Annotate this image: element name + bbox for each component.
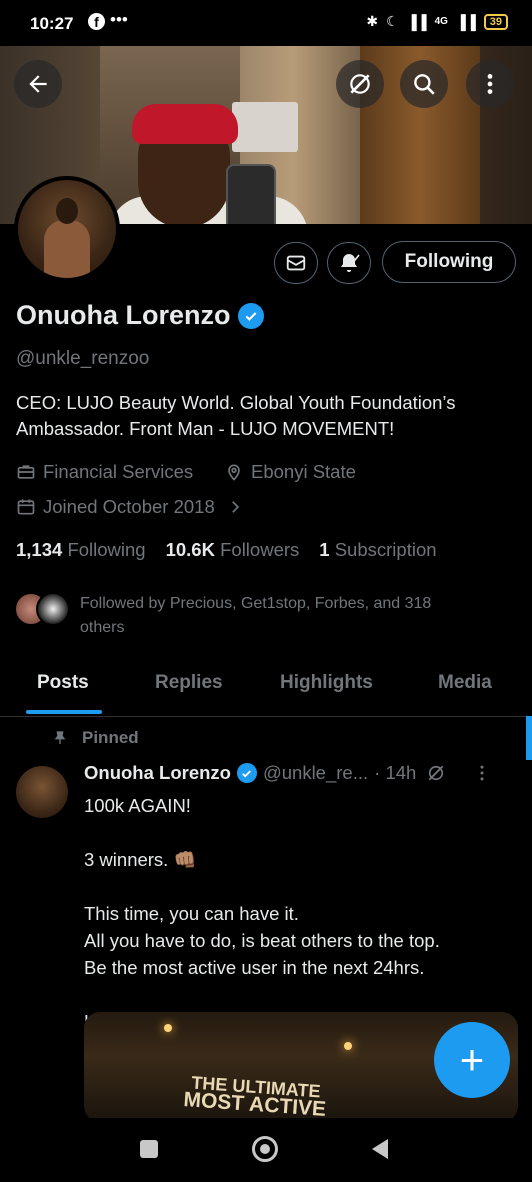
envelope-icon	[286, 255, 306, 271]
active-tab-indicator	[26, 710, 102, 714]
profile-category: Financial Services	[16, 461, 193, 483]
tab-media[interactable]: Media	[438, 672, 492, 694]
media-light	[344, 1042, 352, 1050]
recent-apps-icon[interactable]	[140, 1140, 158, 1158]
followed-by-text: Followed by Precious, Get1stop, Forbes, …	[80, 595, 432, 636]
following-button[interactable]: Following	[382, 241, 516, 283]
system-nav-bar	[0, 1118, 532, 1182]
grok-icon	[350, 74, 370, 94]
bluetooth-icon: ✱	[366, 13, 379, 29]
signal-icon-2: ▐▐	[455, 13, 476, 30]
verified-badge-icon	[238, 302, 265, 329]
banner-red-cap	[132, 104, 238, 144]
post-header: Onuoha Lorenzo @unkle_re... · 14h	[84, 762, 492, 784]
post-author-name[interactable]: Onuoha Lorenzo	[84, 762, 231, 784]
calendar-icon	[17, 499, 35, 515]
more-button[interactable]	[466, 60, 514, 108]
joined-label: Joined October 2018	[43, 496, 215, 517]
follower-avatar	[36, 592, 70, 626]
profile-handle: @unkle_renzoo	[16, 348, 150, 369]
followers-label: Followers	[220, 539, 300, 560]
post-author-avatar[interactable]	[16, 766, 68, 818]
do-not-disturb-icon: ☾	[386, 13, 399, 29]
more-vertical-icon	[487, 74, 493, 94]
notifications-button[interactable]	[327, 242, 371, 284]
profile-location: Ebonyi State	[224, 461, 356, 483]
profile-tabs: Posts Replies Highlights Media	[0, 660, 532, 717]
subscription-count: 1	[319, 539, 330, 560]
following-count: 1,134	[16, 539, 63, 560]
tab-highlights[interactable]: Highlights	[280, 672, 373, 694]
subscriptions-stat[interactable]: 1 Subscription	[319, 539, 436, 561]
chevron-right-icon	[231, 501, 239, 513]
pinned-label: Pinned	[82, 728, 139, 747]
grok-button[interactable]	[336, 60, 384, 108]
avatar-suit	[44, 220, 90, 278]
post-author-handle[interactable]: @unkle_re...	[263, 762, 368, 784]
bell-check-icon	[341, 254, 360, 272]
profile-name: Onuoha Lorenzo	[16, 300, 231, 330]
tab-replies[interactable]: Replies	[155, 672, 223, 694]
profile-bio: CEO: LUJO Beauty World. Global Youth Fou…	[16, 392, 456, 439]
profile-joined[interactable]: Joined October 2018	[16, 496, 244, 518]
facebook-notification-icon: f	[88, 13, 105, 30]
profile-name-row: Onuoha Lorenzo	[16, 300, 265, 331]
status-icons: ✱ ☾ ▐▐ 4G ▐▐ 39	[366, 13, 508, 30]
signal-icon: ▐▐	[406, 13, 427, 30]
profile-stats: 1,134 Following 10.6K Followers 1 Subscr…	[16, 539, 437, 561]
subscription-label: Subscription	[334, 539, 437, 560]
banner-phone	[226, 164, 276, 224]
following-label: Following	[67, 539, 146, 560]
network-4g-label: 4G	[434, 16, 448, 27]
media-caption: THE ULTIMATE MOST ACTIVE	[183, 1073, 328, 1121]
briefcase-icon	[17, 465, 35, 479]
profile-avatar[interactable]	[14, 176, 120, 282]
post-text: 100k AGAIN! 3 winners. 👊🏽 This time, you…	[84, 795, 440, 1032]
status-time: 10:27	[30, 14, 74, 33]
media-light	[164, 1024, 172, 1032]
message-button[interactable]	[274, 242, 318, 284]
followers-stat[interactable]: 10.6K Followers	[166, 539, 300, 561]
back-button[interactable]	[14, 60, 62, 108]
verified-badge-icon	[236, 763, 257, 783]
back-arrow-icon	[29, 75, 47, 93]
scrollbar[interactable]	[526, 716, 532, 760]
followers-count: 10.6K	[165, 539, 215, 560]
followed-by[interactable]: Followed by Precious, Get1stop, Forbes, …	[14, 592, 480, 640]
search-button[interactable]	[400, 60, 448, 108]
grok-icon[interactable]	[426, 763, 446, 783]
tab-posts[interactable]: Posts	[37, 672, 89, 694]
location-label: Ebonyi State	[251, 461, 356, 482]
post-time: · 14h	[374, 762, 417, 783]
avatar-head	[56, 198, 78, 224]
category-label: Financial Services	[43, 461, 194, 482]
home-icon[interactable]	[252, 1136, 278, 1162]
following-stat[interactable]: 1,134 Following	[16, 539, 146, 561]
status-bar: 10:27 f ••• ✱ ☾ ▐▐ 4G ▐▐ 39	[0, 0, 532, 46]
pin-icon	[54, 731, 66, 744]
battery-icon: 39	[483, 13, 508, 30]
search-icon	[414, 74, 435, 95]
banner-air-conditioner	[232, 102, 298, 152]
back-nav-icon[interactable]	[370, 1138, 390, 1160]
more-notifications-icon: •••	[110, 10, 128, 29]
post-more-icon[interactable]	[472, 763, 492, 783]
compose-post-button[interactable]: +	[434, 1022, 510, 1098]
pinned-label-row: Pinned	[52, 728, 139, 748]
location-pin-icon	[228, 464, 240, 481]
